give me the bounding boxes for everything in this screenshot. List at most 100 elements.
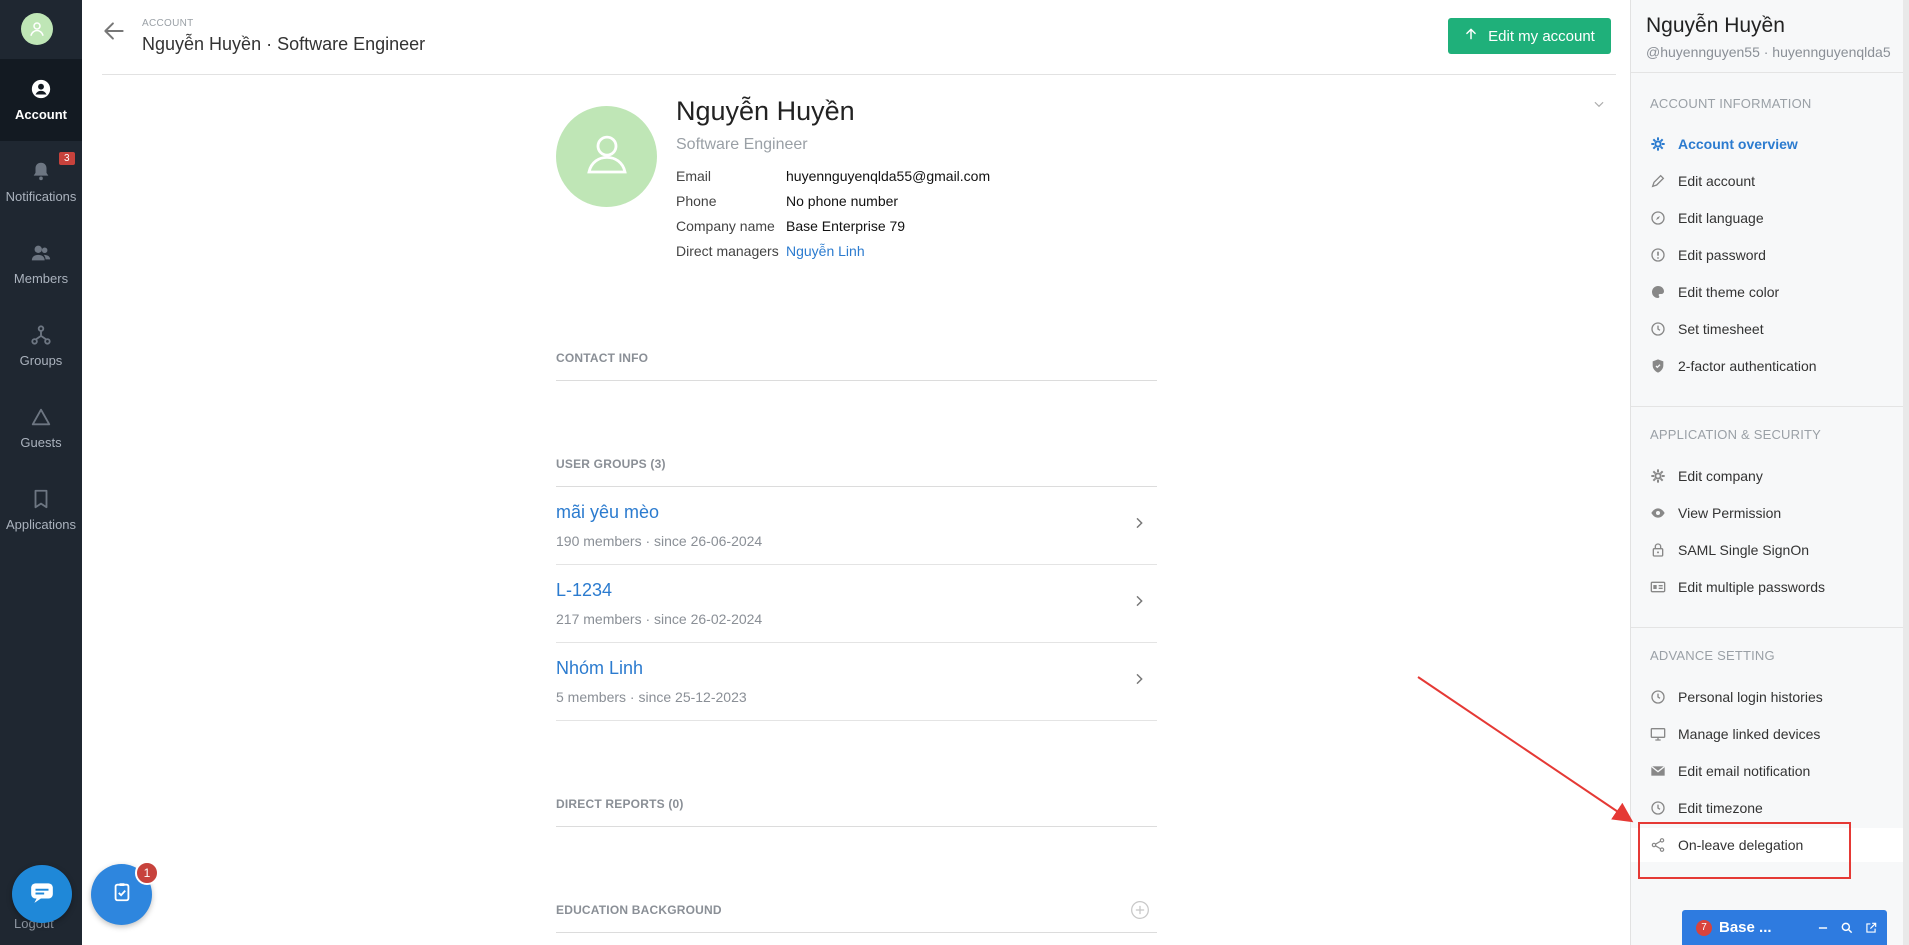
- section-contact-info: CONTACT INFO: [556, 351, 649, 365]
- nav-item-members[interactable]: Members: [0, 223, 82, 305]
- chat-unread-badge: 7: [1696, 919, 1712, 936]
- panel-section-advance: ADVANCE SETTING: [1650, 648, 1775, 663]
- menu-item-label: Personal login histories: [1678, 689, 1823, 705]
- alert-circle-icon: [1650, 247, 1666, 263]
- profile-title: Software Engineer: [676, 136, 808, 153]
- open-external-icon[interactable]: [1863, 920, 1879, 936]
- notification-count-badge: 3: [59, 152, 75, 165]
- menu-item-login-histories[interactable]: Personal login histories: [1631, 680, 1909, 714]
- menu-item-edit-theme-color[interactable]: Edit theme color: [1631, 275, 1909, 309]
- add-circle-icon[interactable]: [1130, 900, 1150, 920]
- back-arrow-icon[interactable]: [101, 18, 127, 44]
- mini-chat-bar[interactable]: 7 Base ...: [1682, 910, 1887, 945]
- id-card-icon: [1650, 579, 1666, 595]
- nav-label-account: Account: [15, 107, 67, 122]
- group-row[interactable]: mãi yêu mèo 190 members · since 26-06-20…: [556, 487, 1157, 565]
- clock-icon: [1650, 800, 1666, 816]
- group-meta: 190 members · since 26-06-2024: [556, 533, 763, 549]
- panel-divider: [1631, 72, 1909, 73]
- groups-icon: [30, 324, 52, 346]
- info-row-managers: Direct managers Nguyễn Linh: [676, 243, 865, 259]
- menu-item-label: Edit company: [1678, 468, 1763, 484]
- nav-label-guests: Guests: [20, 435, 62, 450]
- menu-item-view-permission[interactable]: View Permission: [1631, 496, 1909, 530]
- info-row-phone: Phone No phone number: [676, 193, 898, 209]
- menu-item-linked-devices[interactable]: Manage linked devices: [1631, 717, 1909, 751]
- menu-item-2fa[interactable]: 2-factor authentication: [1631, 349, 1909, 383]
- menu-item-label: Edit theme color: [1678, 284, 1780, 300]
- nav-label-members: Members: [13, 271, 69, 286]
- arrow-up-icon: [1464, 27, 1478, 45]
- info-key: Phone: [676, 193, 717, 209]
- edit-my-account-button[interactable]: Edit my account: [1448, 18, 1611, 54]
- info-key: Company name: [676, 218, 775, 234]
- annotation-arrow: [1417, 676, 1634, 823]
- group-name: Nhóm Linh: [556, 658, 644, 678]
- menu-item-label: SAML Single SignOn: [1678, 542, 1809, 558]
- bookmark-icon: [30, 488, 52, 510]
- menu-item-account-overview[interactable]: Account overview: [1631, 127, 1909, 161]
- account-circle-icon: [30, 78, 52, 100]
- mail-icon: [1650, 763, 1666, 779]
- group-name: mãi yêu mèo: [556, 502, 660, 522]
- search-icon[interactable]: [1839, 920, 1855, 936]
- clock-icon: [1650, 321, 1666, 337]
- mini-chat-title: Base ...: [1719, 919, 1772, 936]
- menu-item-label: Edit multiple passwords: [1678, 579, 1826, 595]
- left-navigation: Account Notifications 3 Members Groups G…: [0, 0, 82, 945]
- nav-item-notifications[interactable]: Notifications 3: [0, 141, 82, 223]
- user-avatar-icon[interactable]: [21, 13, 53, 45]
- section-divider: [556, 932, 1157, 933]
- chat-bubble-icon: [29, 879, 55, 910]
- menu-item-edit-timezone[interactable]: Edit timezone: [1631, 791, 1909, 825]
- menu-item-set-timesheet[interactable]: Set timesheet: [1631, 312, 1909, 346]
- direct-manager-link[interactable]: Nguyễn Linh: [786, 243, 865, 259]
- menu-item-label: Account overview: [1678, 136, 1798, 152]
- menu-item-edit-language[interactable]: Edit language: [1631, 201, 1909, 235]
- company-value: Base Enterprise 79: [786, 218, 906, 234]
- menu-item-multiple-passwords[interactable]: Edit multiple passwords: [1631, 570, 1909, 604]
- menu-item-label: Edit timezone: [1678, 800, 1763, 816]
- menu-item-label: Set timesheet: [1678, 321, 1764, 337]
- chat-button[interactable]: [12, 865, 72, 923]
- phone-value: No phone number: [786, 193, 899, 209]
- gear-icon: [1650, 468, 1666, 484]
- menu-item-label: Manage linked devices: [1678, 726, 1821, 742]
- annotation-highlight-box: [1638, 822, 1851, 879]
- menu-item-edit-account[interactable]: Edit account: [1631, 164, 1909, 198]
- group-meta: 5 members · since 25-12-2023: [556, 689, 747, 705]
- info-row-company: Company name Base Enterprise 79: [676, 218, 905, 234]
- menu-item-saml[interactable]: SAML Single SignOn: [1631, 533, 1909, 567]
- chevron-right-icon: [1131, 671, 1147, 687]
- nav-item-account[interactable]: Account: [0, 59, 82, 141]
- shield-icon: [1650, 358, 1666, 374]
- menu-item-edit-password[interactable]: Edit password: [1631, 238, 1909, 272]
- panel-user-handle: @huyennguyen55 · huyennguyenqlda55@gmail…: [1646, 44, 1891, 60]
- menu-item-email-notification[interactable]: Edit email notification: [1631, 754, 1909, 788]
- info-key: Direct managers: [676, 243, 779, 259]
- nav-item-guests[interactable]: Guests: [0, 387, 82, 469]
- compass-icon: [1650, 210, 1666, 226]
- section-divider: [556, 826, 1157, 827]
- bell-icon: [30, 160, 52, 182]
- panel-scrollbar[interactable]: [1903, 0, 1909, 945]
- breadcrumb: ACCOUNT: [142, 18, 194, 29]
- group-row[interactable]: L-1234 217 members · since 26-02-2024: [556, 565, 1157, 643]
- menu-item-edit-company[interactable]: Edit company: [1631, 459, 1909, 493]
- menu-item-label: Edit password: [1678, 247, 1766, 263]
- nav-item-groups[interactable]: Groups: [0, 305, 82, 387]
- eye-icon: [1650, 505, 1666, 521]
- section-user-groups: USER GROUPS (3): [556, 457, 666, 471]
- gear-icon: [1650, 136, 1666, 152]
- profile-avatar: [556, 106, 657, 207]
- section-education: EDUCATION BACKGROUND: [556, 903, 722, 917]
- menu-item-label: Edit email notification: [1678, 763, 1811, 779]
- chevron-down-icon[interactable]: [1592, 97, 1606, 111]
- page-title: Nguyễn Huyền · Software Engineer: [142, 34, 426, 54]
- group-row[interactable]: Nhóm Linh 5 members · since 25-12-2023: [556, 643, 1157, 721]
- email-value: huyennguyenqlda55@gmail.com: [786, 168, 991, 184]
- task-count-badge: 1: [135, 861, 159, 885]
- minimize-icon[interactable]: [1815, 920, 1831, 936]
- clock-icon: [1650, 689, 1666, 705]
- nav-item-applications[interactable]: Applications: [0, 469, 82, 551]
